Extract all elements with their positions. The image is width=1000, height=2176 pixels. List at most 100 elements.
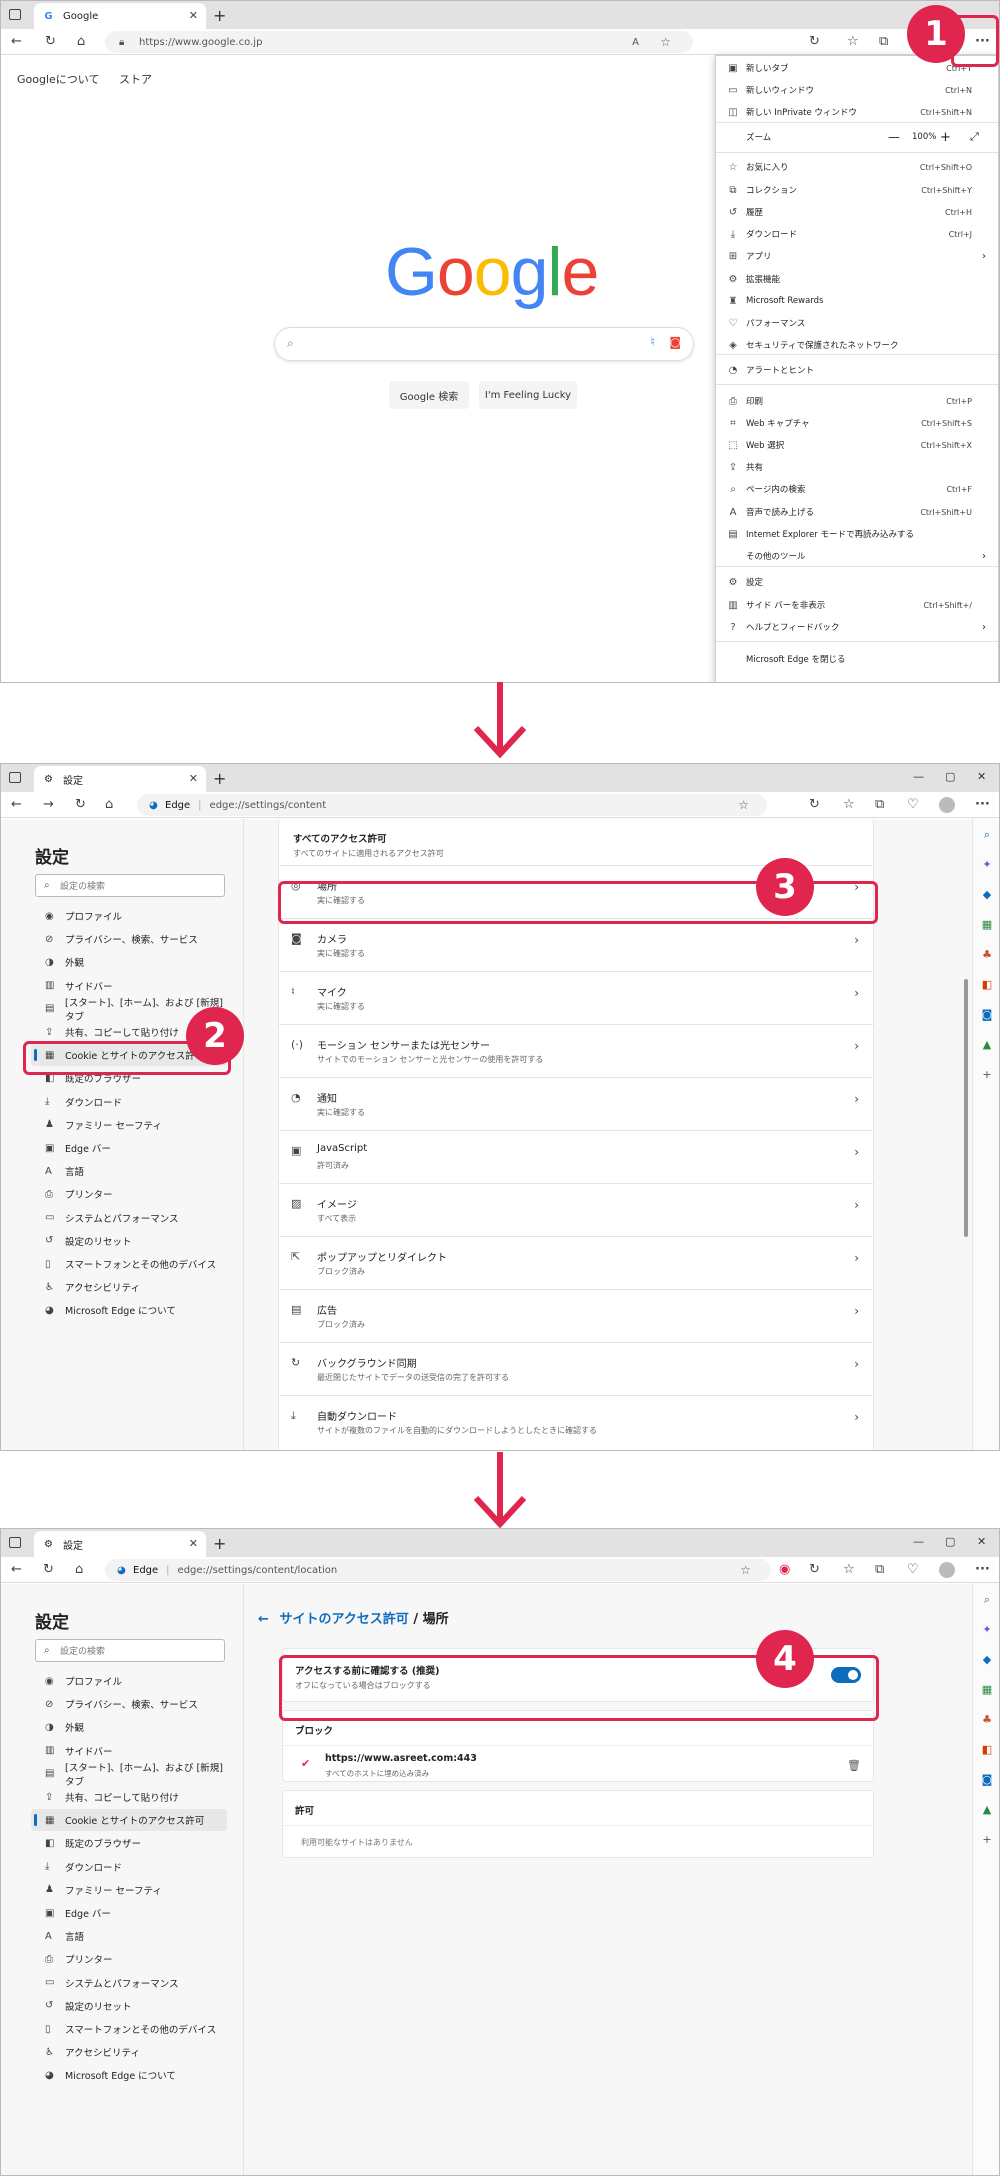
outlook-icon[interactable]: ◙ — [980, 1773, 994, 1786]
sidebar-item[interactable]: ◕ Microsoft Edge について — [31, 2064, 227, 2086]
sidebar-item[interactable]: ⎙ プリンター — [31, 1948, 227, 1970]
google-search-button[interactable]: Google 検索 — [389, 381, 469, 409]
sidebar-item[interactable]: ♿ アクセシビリティ — [31, 1276, 227, 1298]
sidebar-item[interactable]: ▣ Edge バー — [31, 1902, 227, 1924]
menu-item[interactable]: ◈ セキュリティで保護されたネットワーク — [716, 334, 998, 356]
back-arrow-icon[interactable]: ← — [258, 1612, 269, 1627]
sidebar-item[interactable]: ⊘ プライバシー、検索、サービス — [31, 1693, 227, 1715]
menu-item[interactable]: ⤓ ダウンロード Ctrl+J — [716, 223, 998, 245]
mic-icon[interactable]: ♮ — [650, 335, 655, 350]
tab-actions-icon[interactable] — [9, 9, 21, 20]
camera-icon[interactable]: ◙ — [669, 335, 681, 349]
favorites-icon[interactable]: ☆ — [843, 1562, 855, 1577]
refresh-page-icon[interactable]: ↻ — [809, 34, 820, 49]
close-window-icon[interactable]: ✕ — [977, 770, 986, 783]
tab-settings[interactable]: ⚙ 設定 ✕ — [34, 1531, 206, 1557]
location-blocked-icon[interactable]: ◉ — [779, 1562, 790, 1577]
sidebar-item[interactable]: ▭ システムとパフォーマンス — [31, 1972, 227, 1994]
sidebar-item[interactable]: ♟ ファミリー セーフティ — [31, 1114, 227, 1136]
minimize-icon[interactable]: — — [913, 770, 924, 783]
forward-icon[interactable]: → — [43, 797, 54, 812]
refresh-icon[interactable]: ↻ — [43, 1562, 54, 1577]
permission-row[interactable]: ⤓ 自動ダウンロード サイトが複数のファイルを自動的にダウンロードしようとしたときに… — [279, 1395, 873, 1448]
menu-item[interactable]: ⌗ Web キャプチャ Ctrl+Shift+S — [716, 412, 998, 434]
menu-item[interactable]: ⬚ Web 選択 Ctrl+Shift+X — [716, 434, 998, 456]
tab-settings[interactable]: ⚙ 設定 ✕ — [34, 766, 206, 792]
sidebar-item[interactable]: ♟ ファミリー セーフティ — [31, 1879, 227, 1901]
sidebar-item[interactable]: ◧ 既定のブラウザー — [31, 1832, 227, 1854]
collections-icon[interactable]: ⧉ — [879, 34, 888, 49]
menu-item[interactable]: A 音声で読み上げる Ctrl+Shift+U — [716, 501, 998, 523]
sidebar-item[interactable]: ▣ Edge バー — [31, 1137, 227, 1159]
back-icon[interactable]: ← — [11, 797, 22, 812]
sidebar-item[interactable]: ▥ サイドバー — [31, 1740, 227, 1762]
close-window-icon[interactable]: ✕ — [977, 1535, 986, 1548]
menu-item[interactable]: ? ヘルプとフィードバック › — [716, 616, 998, 638]
close-tab-icon[interactable]: ✕ — [189, 1537, 198, 1550]
outlook-icon[interactable]: ◙ — [980, 1008, 994, 1021]
menu-item[interactable]: Microsoft Edge を閉じる — [716, 648, 998, 670]
home-icon[interactable]: ⌂ — [105, 797, 113, 812]
office-icon[interactable]: ◧ — [980, 1743, 994, 1756]
about-link[interactable]: Googleについて — [17, 73, 99, 86]
menu-item[interactable]: ⚙ 拡張機能 — [716, 268, 998, 290]
menu-item[interactable]: ⇪ 共有 — [716, 456, 998, 478]
new-tab-icon[interactable]: + — [213, 1534, 226, 1553]
menu-item[interactable]: ♡ パフォーマンス — [716, 312, 998, 334]
menu-item[interactable]: ☆ お気に入り Ctrl+Shift+O — [716, 156, 998, 178]
avatar[interactable] — [939, 797, 955, 813]
sidebar-item[interactable]: ◑ 外観 — [31, 1716, 227, 1738]
sidebar-item[interactable]: ◉ プロファイル — [31, 1670, 227, 1692]
maximize-icon[interactable]: ▢ — [945, 770, 955, 783]
browser-essentials-icon[interactable]: ♡ — [907, 1562, 919, 1577]
address-bar[interactable]: ◕ Edge | edge://settings/content/locatio… — [105, 1559, 771, 1581]
zoom-in-icon[interactable]: + — [940, 130, 951, 145]
permission-row[interactable]: ◙ カメラ 実に確認する › — [279, 918, 873, 971]
refresh-icon[interactable]: ↻ — [45, 34, 56, 49]
menu-item[interactable]: ↺ 履歴 Ctrl+H — [716, 201, 998, 223]
tab-actions-icon[interactable] — [9, 1537, 21, 1548]
sidebar-item[interactable]: ⤓ ダウンロード — [31, 1856, 227, 1878]
scrollbar[interactable] — [964, 979, 968, 1237]
menu-item[interactable]: ▭ 新しいウィンドウ Ctrl+N — [716, 79, 998, 101]
sidebar-item[interactable]: ▯ スマートフォンとその他のデバイス — [31, 2018, 227, 2040]
shopping-icon[interactable]: ◆ — [980, 888, 994, 901]
tab-actions-icon[interactable] — [9, 772, 21, 783]
sidebar-item[interactable]: ◕ Microsoft Edge について — [31, 1299, 227, 1321]
office-icon[interactable]: ◧ — [980, 978, 994, 991]
minimize-icon[interactable]: — — [913, 1535, 924, 1548]
copilot-icon[interactable]: ✦ — [980, 858, 994, 871]
browser-essentials-icon[interactable]: ♡ — [907, 797, 919, 812]
more-menu-icon[interactable]: ··· — [975, 1562, 990, 1577]
delete-icon[interactable]: 🗑︎ — [847, 1759, 861, 1772]
close-tab-icon[interactable]: ✕ — [189, 772, 198, 785]
menu-item[interactable]: その他のツール › — [716, 545, 998, 567]
menu-item[interactable]: ⧉ コレクション Ctrl+Shift+Y — [716, 179, 998, 201]
favorites-icon[interactable]: ☆ — [843, 797, 855, 812]
close-tab-icon[interactable]: ✕ — [189, 9, 198, 22]
settings-search-input[interactable]: ⌕ 設定の検索 — [35, 1639, 225, 1662]
new-tab-icon[interactable]: + — [213, 769, 226, 788]
tools-icon[interactable]: ▦ — [980, 1683, 994, 1696]
breadcrumb-parent[interactable]: サイトのアクセス許可 — [279, 1612, 408, 1627]
sidebar-item[interactable]: ▤ [スタート]、[ホーム]、および [新規] タブ — [31, 1763, 227, 1788]
favorite-star-icon[interactable]: ☆ — [738, 798, 749, 812]
menu-item[interactable]: ⊞ アプリ › — [716, 245, 998, 267]
sidebar-item[interactable]: ▥ サイドバー — [31, 975, 227, 997]
permission-row[interactable]: ▤ 広告 ブロック済み › — [279, 1289, 873, 1342]
fullscreen-icon[interactable]: ⤢ — [970, 130, 979, 144]
copilot-icon[interactable]: ✦ — [980, 1623, 994, 1636]
permission-row[interactable]: ▨ イメージ すべて表示 › — [279, 1183, 873, 1236]
sidebar-item[interactable]: ⎙ プリンター — [31, 1183, 227, 1205]
menu-item[interactable]: ⚙ 設定 — [716, 571, 998, 593]
favorite-star-icon[interactable]: ☆ — [660, 35, 671, 49]
address-bar[interactable]: 🔒︎ https://www.google.co.jp A ☆ — [105, 31, 693, 53]
search-icon[interactable]: ⌕ — [980, 828, 994, 842]
home-icon[interactable]: ⌂ — [77, 34, 85, 49]
menu-item[interactable]: ⌕ ページ内の検索 Ctrl+F — [716, 478, 998, 500]
new-tab-icon[interactable]: + — [213, 6, 226, 25]
add-icon[interactable]: + — [980, 1833, 994, 1846]
sidebar-item[interactable]: ⤓ ダウンロード — [31, 1091, 227, 1113]
sidebar-item[interactable]: ↺ 設定のリセット — [31, 1230, 227, 1252]
permission-row[interactable]: (·) モーション センサーまたは光センサー サイトでのモーション センサーと光セン… — [279, 1024, 873, 1077]
